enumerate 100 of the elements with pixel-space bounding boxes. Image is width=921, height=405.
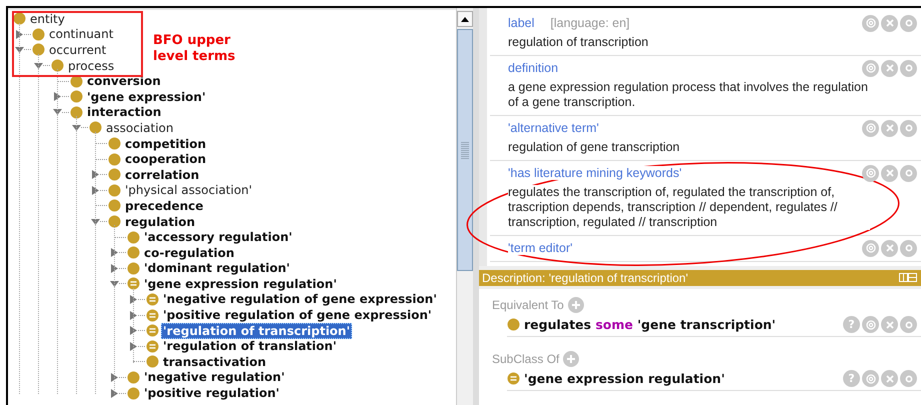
ring-icon [904, 320, 912, 328]
expand-arrow-icon[interactable] [110, 388, 119, 398]
annotate-button[interactable] [862, 370, 879, 387]
delete-button[interactable] [881, 240, 898, 256]
annotation-property[interactable]: definition [508, 61, 558, 75]
collapse-arrow-icon[interactable] [15, 46, 24, 54]
edit-button[interactable] [900, 164, 917, 182]
scroll-up-button[interactable] [457, 11, 473, 27]
delete-button[interactable] [881, 14, 898, 32]
edit-button[interactable] [900, 316, 917, 333]
close-icon [886, 244, 894, 252]
add-button[interactable] [568, 297, 584, 313]
delete-button[interactable] [881, 60, 898, 76]
at-sign-icon [866, 168, 876, 178]
tree-node[interactable]: regulation [123, 214, 198, 230]
plus-icon [566, 354, 576, 364]
annotate-button[interactable] [862, 14, 879, 32]
at-sign-icon [866, 123, 876, 133]
tree-node[interactable]: 'gene expression' [85, 88, 208, 105]
expand-arrow-icon[interactable] [15, 30, 24, 39]
close-icon [886, 124, 894, 132]
annotation-note: BFO upper level terms [153, 33, 236, 65]
expand-arrow-icon[interactable] [129, 310, 138, 320]
delete-button[interactable] [881, 316, 898, 333]
expand-arrow-icon[interactable] [129, 326, 138, 336]
expand-arrow-icon[interactable] [129, 294, 138, 304]
collapse-arrow-icon[interactable] [53, 108, 62, 116]
tree-node[interactable]: correlation [123, 166, 202, 183]
scroll-thumb[interactable] [457, 29, 473, 271]
tree-node[interactable]: precedence [123, 198, 206, 214]
annotate-button[interactable] [862, 316, 879, 333]
close-icon [886, 64, 894, 72]
close-icon [886, 19, 894, 27]
close-icon [886, 374, 894, 382]
ring-icon [904, 244, 912, 252]
tree-node[interactable]: 'accessory regulation' [142, 229, 294, 246]
delete-button[interactable] [881, 120, 898, 136]
close-icon [886, 169, 894, 177]
class-expression[interactable]: regulates some 'gene transcription' [524, 317, 776, 332]
plus-icon [570, 300, 581, 310]
scrollbar[interactable] [456, 8, 473, 405]
edit-button[interactable] [900, 370, 917, 387]
collapse-arrow-icon[interactable] [72, 124, 81, 132]
tree-node[interactable]: 'physical association' [123, 182, 254, 198]
ring-icon [904, 64, 912, 72]
tree-node[interactable]: 'gene expression regulation' [142, 276, 339, 292]
annotate-button[interactable] [862, 240, 879, 256]
delete-button[interactable] [881, 370, 898, 387]
add-button[interactable] [563, 351, 580, 367]
tree-node[interactable]: 'negative regulation of gene expression' [161, 291, 439, 308]
tree-node[interactable]: 'positive regulation of gene expression' [161, 307, 434, 324]
expand-arrow-icon[interactable] [91, 170, 100, 180]
annotate-button[interactable] [862, 60, 879, 76]
collapse-arrow-icon[interactable] [91, 218, 100, 226]
tree-node[interactable]: 'positive regulation' [142, 385, 282, 402]
annotation-property[interactable]: 'has literature mining keywords' [508, 166, 682, 180]
tree-node[interactable]: 'dominant regulation' [142, 260, 292, 276]
tree-node[interactable]: conversion [85, 73, 163, 90]
tree-node[interactable]: association [104, 120, 176, 136]
tree-node[interactable]: 'negative regulation' [142, 369, 287, 386]
collapse-arrow-icon[interactable] [34, 62, 43, 70]
expand-arrow-icon[interactable] [110, 248, 119, 258]
collapse-arrow-icon[interactable] [110, 280, 119, 288]
tree-node[interactable]: cooperation [123, 151, 208, 168]
section-heading: Equivalent To [492, 298, 564, 312]
expand-arrow-icon[interactable] [110, 372, 119, 382]
expand-arrow-icon[interactable] [129, 342, 138, 351]
edit-button[interactable] [900, 120, 917, 136]
annotation-value: a gene expression regulation process that involves the regulation of a gene transcription. [508, 80, 870, 110]
annotation-property[interactable]: 'alternative term' [508, 121, 599, 135]
annotate-button[interactable] [862, 120, 879, 136]
tree-node[interactable]: 'regulation of transcription' [161, 322, 352, 339]
view-layout-icon[interactable] [899, 273, 917, 282]
tree-node[interactable]: co-regulation [142, 244, 236, 261]
class-expression[interactable]: 'gene expression regulation' [524, 371, 725, 386]
at-sign-icon [866, 63, 876, 73]
view-title: Description: 'regulation of transcription' [482, 270, 690, 285]
at-sign-icon [866, 374, 876, 384]
annotate-button[interactable] [862, 164, 879, 182]
expand-arrow-icon[interactable] [110, 264, 119, 273]
delete-button[interactable] [881, 164, 898, 182]
ring-icon [904, 169, 912, 177]
tree-node[interactable]: competition [123, 136, 208, 152]
tree-node[interactable]: interaction [85, 104, 164, 120]
ring-icon [904, 374, 912, 382]
edit-button[interactable] [900, 240, 917, 256]
annotation-property[interactable]: 'term editor' [508, 241, 573, 255]
tree-node[interactable]: continuant [47, 26, 116, 42]
tree-node[interactable]: occurrent [47, 42, 108, 58]
expand-arrow-icon[interactable] [91, 186, 100, 195]
annotation-value: regulates the transcription of, regulated the transcription of, trascription depends, transcription // dependent, regulates // transcription, regulated // transcription [508, 185, 870, 230]
edit-button[interactable] [900, 60, 917, 76]
tree-node[interactable]: entity [28, 10, 67, 27]
at-sign-icon [866, 18, 876, 28]
edit-button[interactable] [900, 14, 917, 32]
tree-node[interactable]: 'regulation of translation' [161, 338, 338, 354]
tree-node[interactable]: transactivation [161, 354, 268, 370]
tree-node[interactable]: process [66, 58, 116, 74]
annotation-property[interactable]: label [508, 16, 534, 30]
expand-arrow-icon[interactable] [53, 92, 62, 102]
